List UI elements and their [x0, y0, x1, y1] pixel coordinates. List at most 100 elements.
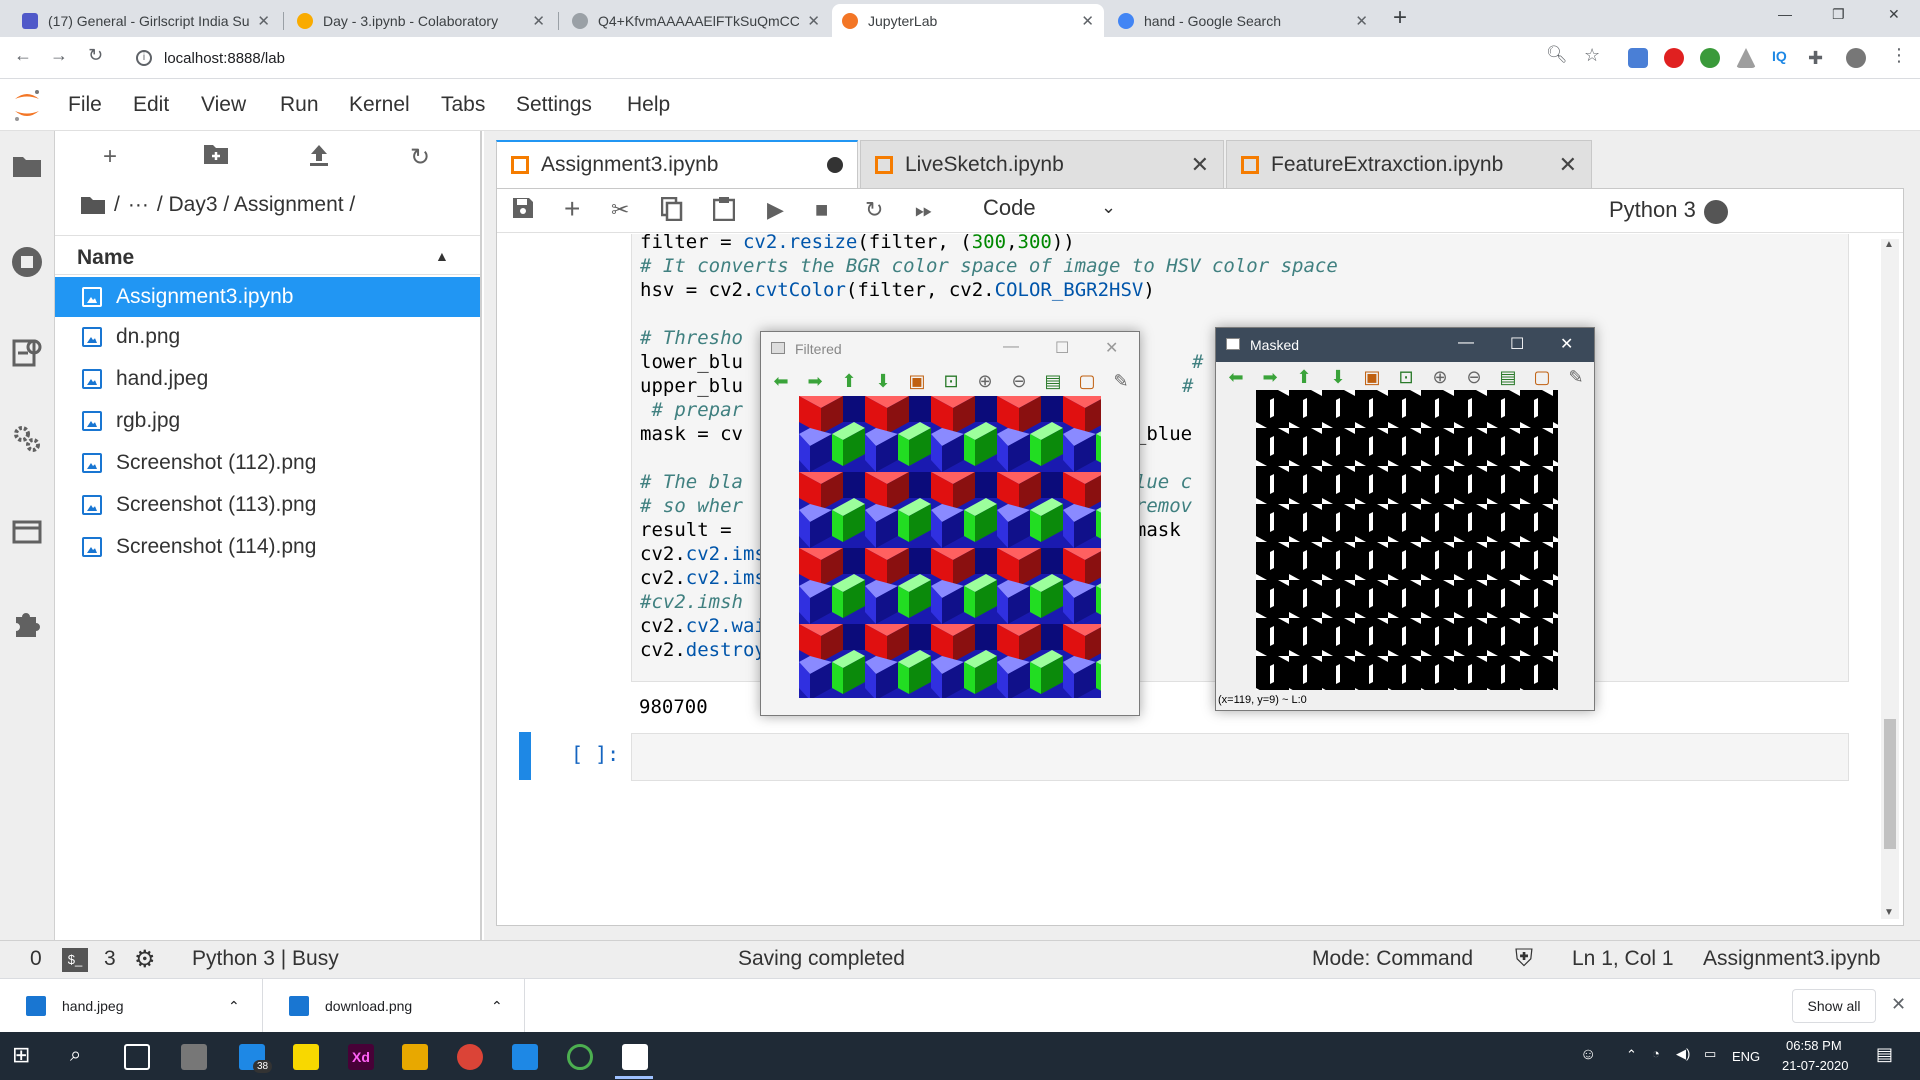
iq-icon[interactable]: IQ [1772, 48, 1792, 68]
tab-featureextraction[interactable]: FeatureExtraxction.ipynb ✕ [1226, 140, 1592, 188]
breadcrumb-ellipsis[interactable]: ··· [128, 193, 149, 217]
pan-up-icon[interactable]: ⬆ [1290, 364, 1318, 390]
scrollbar-thumb[interactable] [1884, 719, 1896, 849]
zoom-fit-icon[interactable]: ⊡ [937, 368, 965, 394]
task-view-icon[interactable] [124, 1044, 150, 1070]
reload-icon[interactable]: ↻ [88, 45, 103, 66]
save-icon[interactable] [512, 197, 534, 225]
close-icon[interactable]: ✕ [532, 12, 545, 30]
pan-right-icon[interactable]: ➡ [1256, 364, 1284, 390]
new-tab-button[interactable]: + [1393, 4, 1407, 32]
cell-type-select[interactable]: Code ⌄ [983, 195, 1123, 221]
windows-start-icon[interactable]: ⊞ [12, 1042, 38, 1068]
save-image-icon[interactable]: ▤ [1039, 368, 1067, 394]
drive-icon[interactable] [1736, 48, 1756, 68]
menu-help[interactable]: Help [627, 93, 670, 117]
file-explorer-icon[interactable] [402, 1044, 428, 1070]
settings-gears-icon[interactable] [10, 423, 44, 457]
file-item[interactable]: Screenshot (113).png [55, 485, 480, 525]
notepad-icon[interactable] [622, 1044, 648, 1070]
menu-kernel[interactable]: Kernel [349, 93, 410, 117]
new-folder-icon[interactable] [203, 143, 229, 172]
commands-palette-icon[interactable] [10, 337, 44, 371]
extension-icon[interactable] [1628, 48, 1648, 68]
restart-icon[interactable]: ↻ [865, 197, 883, 223]
chevron-up-icon[interactable]: ⌃ [1626, 1047, 1637, 1063]
kernel-name[interactable]: Python 3 [1609, 197, 1696, 223]
clock-date[interactable]: 21-07-2020 [1782, 1058, 1849, 1073]
download-item[interactable]: hand.jpeg ⌃ [0, 979, 263, 1033]
file-list-header[interactable]: Name ▲ [55, 235, 480, 275]
restore-icon[interactable]: ❐ [1832, 6, 1845, 23]
notebook-cells[interactable]: filter = cv2.resize(filter, (300,300)) #… [497, 234, 1903, 925]
puzzle-icon[interactable]: ✚ [1808, 48, 1828, 68]
folder-icon[interactable] [10, 153, 44, 187]
browser-tab-image[interactable]: Q4+KfvmAAAAAElFTkSuQmCC ( ✕ [562, 4, 830, 37]
maximize-icon[interactable]: ☐ [1055, 338, 1069, 358]
pan-left-icon[interactable]: ⬅ [1222, 364, 1250, 390]
people-icon[interactable]: ☺ [1580, 1046, 1596, 1064]
pan-left-icon[interactable]: ⬅ [767, 368, 795, 394]
opera-icon[interactable] [1664, 48, 1684, 68]
language-indicator[interactable]: ENG [1732, 1049, 1760, 1064]
copy-image-icon[interactable]: ▢ [1073, 368, 1101, 394]
search-icon[interactable]: ⌕ [70, 1044, 96, 1070]
close-icon[interactable]: ✕ [1891, 994, 1906, 1015]
fast-forward-icon[interactable]: ⏩︎ [915, 197, 933, 223]
window-titlebar[interactable]: Masked — ☐ ✕ [1216, 328, 1594, 362]
news-app-icon[interactable]: 38 [239, 1044, 273, 1073]
upload-icon[interactable] [308, 143, 330, 174]
paste-icon[interactable] [712, 197, 736, 227]
running-kernels-icon[interactable] [10, 245, 44, 279]
cut-icon[interactable]: ✂ [611, 197, 629, 223]
zoom-in-icon[interactable]: ⊕ [971, 368, 999, 394]
tab-livesketch[interactable]: LiveSketch.ipynb ✕ [860, 140, 1224, 188]
file-item[interactable]: rgb.jpg [55, 401, 480, 441]
zoom-icon[interactable]: 🔍︎ [1546, 45, 1568, 65]
cursor-position[interactable]: Ln 1, Col 1 [1572, 947, 1674, 971]
close-icon[interactable]: ✕ [1355, 12, 1368, 30]
kernel-chip-icon[interactable]: ⚙ [134, 945, 156, 974]
wifi-icon[interactable]: ◔ [1652, 1046, 1660, 1061]
refresh-icon[interactable]: ↻ [410, 143, 430, 172]
file-item[interactable]: Screenshot (112).png [55, 443, 480, 483]
adobe-xd-icon[interactable]: Xd [348, 1044, 374, 1070]
minimize-icon[interactable]: — [1458, 334, 1474, 352]
breadcrumb-path[interactable]: / Day3 / Assignment / [157, 193, 355, 217]
close-window-icon[interactable]: ✕ [1888, 6, 1900, 23]
browser-tab-jupyterlab[interactable]: JupyterLab ✕ [832, 4, 1104, 37]
sticky-notes-icon[interactable] [293, 1044, 319, 1070]
terminal-icon[interactable]: $_ [62, 948, 88, 972]
menu-settings[interactable]: Settings [516, 93, 592, 117]
close-icon[interactable]: ✕ [1191, 152, 1209, 178]
battery-icon[interactable]: ▭ [1704, 1046, 1716, 1062]
pan-right-icon[interactable]: ➡ [801, 368, 829, 394]
close-icon[interactable]: ✕ [1560, 334, 1573, 354]
empty-code-cell[interactable] [631, 733, 1849, 781]
properties-icon[interactable]: ✎ [1562, 364, 1590, 390]
file-item[interactable]: Screenshot (114).png [55, 527, 480, 567]
app-icon[interactable] [567, 1044, 593, 1070]
show-all-button[interactable]: Show all [1792, 989, 1876, 1023]
copy-image-icon[interactable]: ▢ [1528, 364, 1556, 390]
tabs-icon[interactable] [10, 519, 44, 553]
scroll-up-icon[interactable]: ▲ [1884, 239, 1894, 250]
chrome-icon[interactable] [457, 1044, 483, 1070]
scroll-down-icon[interactable]: ▼ [1884, 907, 1894, 918]
extensions-icon[interactable] [10, 609, 44, 643]
add-cell-icon[interactable]: + [564, 193, 580, 225]
back-icon[interactable]: ← [14, 45, 32, 66]
volume-icon[interactable]: ◀) [1676, 1046, 1690, 1062]
avatar[interactable] [1846, 48, 1866, 68]
calculator-icon[interactable] [181, 1044, 207, 1070]
close-icon[interactable]: ✕ [1081, 12, 1094, 30]
stop-icon[interactable]: ■ [815, 197, 828, 223]
masked-window[interactable]: Masked — ☐ ✕ ⬅ ➡ ⬆ ⬇ ▣ ⊡ ⊕ ⊖ ▤ ▢ ✎ (x=11… [1215, 327, 1595, 711]
image-icon[interactable]: ▣ [903, 368, 931, 394]
bookmark-star-icon[interactable]: ☆ [1584, 45, 1600, 66]
save-image-icon[interactable]: ▤ [1494, 364, 1522, 390]
pan-up-icon[interactable]: ⬆ [835, 368, 863, 394]
chevron-up-icon[interactable]: ⌃ [491, 998, 503, 1015]
close-icon[interactable]: ✕ [807, 12, 820, 30]
menu-edit[interactable]: Edit [133, 93, 169, 117]
